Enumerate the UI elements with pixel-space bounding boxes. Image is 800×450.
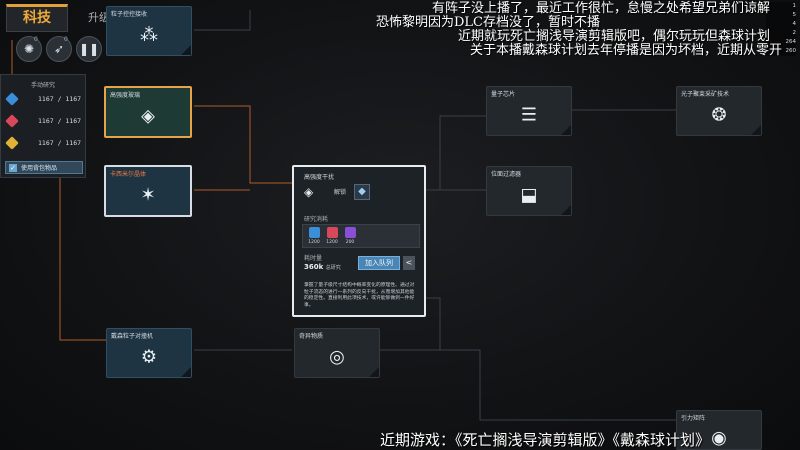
time-number: 360k (304, 263, 324, 271)
glass-sheets-icon: ◈ (141, 105, 155, 127)
tech-card-anvil[interactable]: 位面过滤器 ⬓ (486, 166, 572, 216)
matrix-count: 1167 / 1167 (38, 95, 82, 103)
card-label: 卡西米尔晶体 (110, 171, 147, 178)
cost-amount: 1200 (326, 240, 338, 245)
tech-card-fountain[interactable]: 粒子控控接收 ⁂ (106, 6, 192, 56)
gravity-icon: ◉ (711, 427, 727, 449)
card-label: 位面过滤器 (491, 171, 522, 178)
cost-item: 1200 (307, 227, 321, 247)
page-title: 科技 (6, 4, 68, 32)
unlock-label: 解锁 (334, 189, 347, 196)
tech-card-chip[interactable]: 量子芯片 ☰ (486, 86, 572, 136)
cost-amount: 1200 (308, 240, 320, 245)
panel-title: 手动研究 (30, 82, 55, 89)
link-gray-1 (194, 10, 251, 31)
tech-description: 掌握了量子级尺寸结构中概率变化的原理性。通过对粒子流态的进行一系列的反向干扰，从… (304, 283, 415, 308)
stat-line: 2 (792, 30, 797, 36)
stat-line: 4 (792, 21, 797, 27)
card-label: 量子芯片 (491, 91, 516, 98)
anvil-icon: ⬓ (520, 184, 538, 206)
research-counter: 0 (34, 36, 38, 43)
matrix-cube-icon (308, 227, 320, 238)
matrix-cube-icon (344, 227, 356, 238)
card-label: 高强度玻璃 (110, 92, 141, 99)
stat-line: 5 (792, 12, 797, 18)
popup-tech-name: 高强度干扰 (304, 174, 335, 181)
cost-label: 研究消耗 (304, 216, 329, 223)
card-label: 戴森粒子对撞机 (111, 333, 154, 340)
overlay-line: 近期就玩死亡搁浅导演剪辑版吧，偶尔玩玩但森球计划 (457, 29, 770, 44)
overlay-line: 恐怖黎明因为DLC存档没了，暂时不播 (375, 15, 600, 30)
card-label: 引力矩阵 (681, 415, 706, 422)
manual-research-panel: 手动研究 1167 / 1167 1167 / 1167 1167 / 1167… (0, 74, 86, 178)
auto-counter: 0 (64, 36, 68, 43)
photon-icon: ❂ (711, 104, 727, 126)
toggle-label: 使用背包物品 (21, 165, 58, 172)
add-to-queue-button[interactable]: 加入队列 (358, 256, 400, 270)
tech-detail-popup: 高强度干扰 ◈ 解锁 ◆ 研究消耗 1200 1200 200 耗时量 360k… (292, 165, 426, 317)
card-label: 粒子控控接收 (111, 11, 148, 18)
tech-card-swirl[interactable]: 奇异物质 ◎ (294, 328, 380, 378)
link-orange-2 (194, 105, 292, 184)
glass-sheets-icon: ◈ (304, 185, 314, 199)
matrix-cube-icon (326, 227, 338, 238)
matrix-cube-icon (5, 114, 19, 128)
chip-stack-icon: ☰ (520, 104, 538, 126)
card-label: 光子聚束采矿技术 (681, 91, 730, 98)
matrix-row: 1167 / 1167 (5, 135, 84, 151)
research-mode-button[interactable]: ✺ (16, 36, 42, 62)
crystal-burst-icon: ✶ (140, 184, 156, 206)
unlock-item-icon[interactable]: ◆ (354, 184, 370, 200)
tech-card-photon[interactable]: 光子聚束采矿技术 ❂ (676, 86, 762, 136)
matrix-count: 1167 / 1167 (38, 117, 82, 125)
card-corner (181, 45, 191, 55)
auto-research-button[interactable]: ➶ (46, 36, 72, 62)
link-gray-6 (380, 349, 676, 421)
card-corner (751, 125, 761, 135)
pause-button[interactable]: ❚❚ (76, 36, 102, 62)
tech-card-glass[interactable]: 高强度玻璃 ◈ (104, 86, 192, 138)
cost-item: 1200 (325, 227, 339, 247)
matrix-cube-icon (5, 136, 19, 150)
bottom-overlay: 近期游戏：《死亡搁浅导演剪辑版》《戴森球计划》 (380, 431, 711, 449)
card-corner (181, 367, 191, 377)
fountain-icon: ⁂ (140, 24, 158, 46)
matrix-count: 1167 / 1167 (38, 139, 82, 147)
time-unit: 总研究 (325, 265, 341, 271)
matrix-row: 1167 / 1167 (5, 91, 84, 107)
stat-line: 1 (792, 3, 797, 9)
use-inventory-toggle[interactable]: ✓ 使用背包物品 (5, 161, 83, 174)
card-label: 奇异物质 (299, 333, 324, 340)
link-gray-7 (426, 297, 441, 350)
tech-card-collider[interactable]: 戴森粒子对撞机 ⚙ (106, 328, 192, 378)
rocket-icon: ➶ (53, 42, 65, 56)
matrix-row: 1167 / 1167 (5, 113, 84, 129)
tech-card-crystal[interactable]: 卡西米尔晶体 ✶ (104, 165, 192, 217)
time-value: 360k 总研究 (304, 263, 341, 271)
time-label: 耗时量 (304, 255, 323, 262)
overlay-line: 有阵子没上播了，最近工作很忙，怠慢之处希望兄弟们谅解 (431, 1, 770, 16)
collider-icon: ⚙ (140, 346, 158, 368)
atom-icon: ✺ (23, 42, 35, 56)
card-corner (561, 125, 571, 135)
pause-icon: ❚❚ (78, 42, 100, 56)
overlay-line: 关于本播戴森球计划去年停播是因为坏档，近期从零开 (469, 43, 782, 58)
card-corner (561, 205, 571, 215)
matrix-cube-icon (5, 92, 19, 106)
link-gray-2 (426, 115, 486, 191)
collapse-button[interactable]: < (403, 256, 415, 270)
cost-amount: 200 (345, 240, 355, 245)
card-corner (369, 367, 379, 377)
cost-item: 200 (343, 227, 357, 247)
swirl-eye-icon: ◎ (329, 346, 345, 368)
tech-tree-screen: 科技 升级 ✺ 0 ➶ 0 ❚❚ 手动研究 1167 / 1167 1167 /… (0, 0, 800, 450)
checkbox-icon: ✓ (9, 163, 17, 172)
cost-box: 1200 1200 200 (302, 224, 420, 248)
